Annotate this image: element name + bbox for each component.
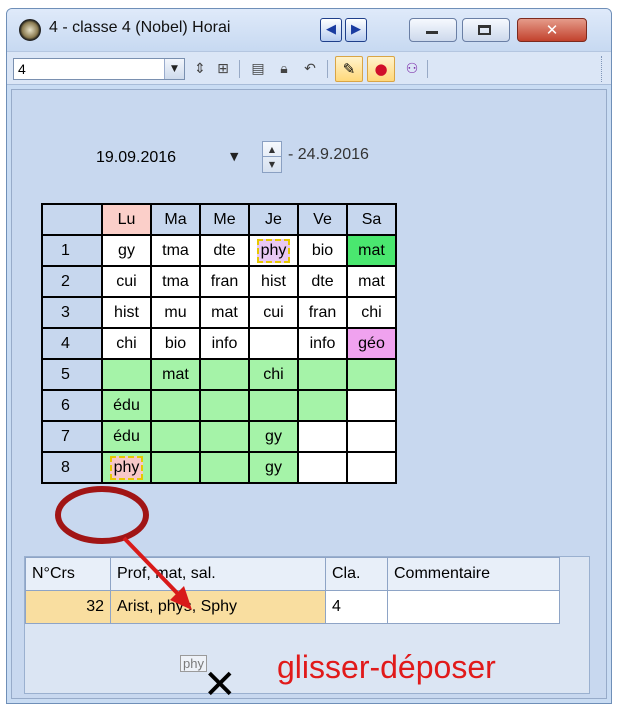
minimize-icon bbox=[426, 31, 438, 34]
next-arrow-button[interactable]: ▶ bbox=[345, 18, 367, 42]
close-button[interactable]: ✕ bbox=[517, 18, 587, 42]
edit-mode-icon[interactable]: ✎ bbox=[335, 56, 363, 82]
class-selector-combo[interactable]: 4 ▼ bbox=[13, 58, 185, 80]
timetable-window: 4 - classe 4 (Nobel) Horai ◀ ▶ ✕ 4 ▼ ⇕ ⊞… bbox=[6, 8, 612, 704]
previous-arrow-button[interactable]: ◀ bbox=[320, 18, 342, 42]
sort-icon[interactable]: ⇕ bbox=[189, 58, 211, 80]
chevron-down-icon[interactable]: ▼ bbox=[164, 59, 184, 79]
toolbar: 4 ▼ ⇕ ⊞ ▤ 🔒︎ ↶ ✎ ● ⚇ bbox=[7, 51, 611, 85]
toolbar-gripper[interactable] bbox=[601, 56, 609, 82]
class-selector-value: 4 bbox=[18, 61, 26, 77]
toolbar-separator bbox=[327, 60, 328, 78]
print-preview-icon[interactable]: ⊞ bbox=[212, 58, 234, 80]
toolbar-separator bbox=[427, 60, 428, 78]
title-bar[interactable]: 4 - classe 4 (Nobel) Horai ◀ ▶ ✕ bbox=[7, 9, 611, 51]
highlight-ellipse bbox=[55, 486, 149, 544]
lock-icon[interactable]: 🔒︎ bbox=[273, 58, 295, 80]
users-icon[interactable]: ⚇ bbox=[401, 58, 423, 80]
maximize-icon bbox=[478, 25, 491, 35]
export-icon[interactable]: ▤ bbox=[247, 58, 269, 80]
clock-app-icon bbox=[19, 19, 41, 41]
minimize-button[interactable] bbox=[409, 18, 457, 42]
undo-icon[interactable]: ↶ bbox=[299, 58, 321, 80]
content-area: 19.09.2016 ▼ ▲ ▼ - 24.9.2016 Lu Ma Me Je… bbox=[11, 89, 607, 703]
toolbar-separator bbox=[239, 60, 240, 78]
drag-annotation bbox=[55, 486, 192, 610]
maximize-button[interactable] bbox=[462, 18, 510, 42]
drag-arrow-line bbox=[122, 536, 182, 598]
pin-icon[interactable]: ● bbox=[367, 56, 395, 82]
window-title: 4 - classe 4 (Nobel) Horai bbox=[49, 19, 231, 36]
